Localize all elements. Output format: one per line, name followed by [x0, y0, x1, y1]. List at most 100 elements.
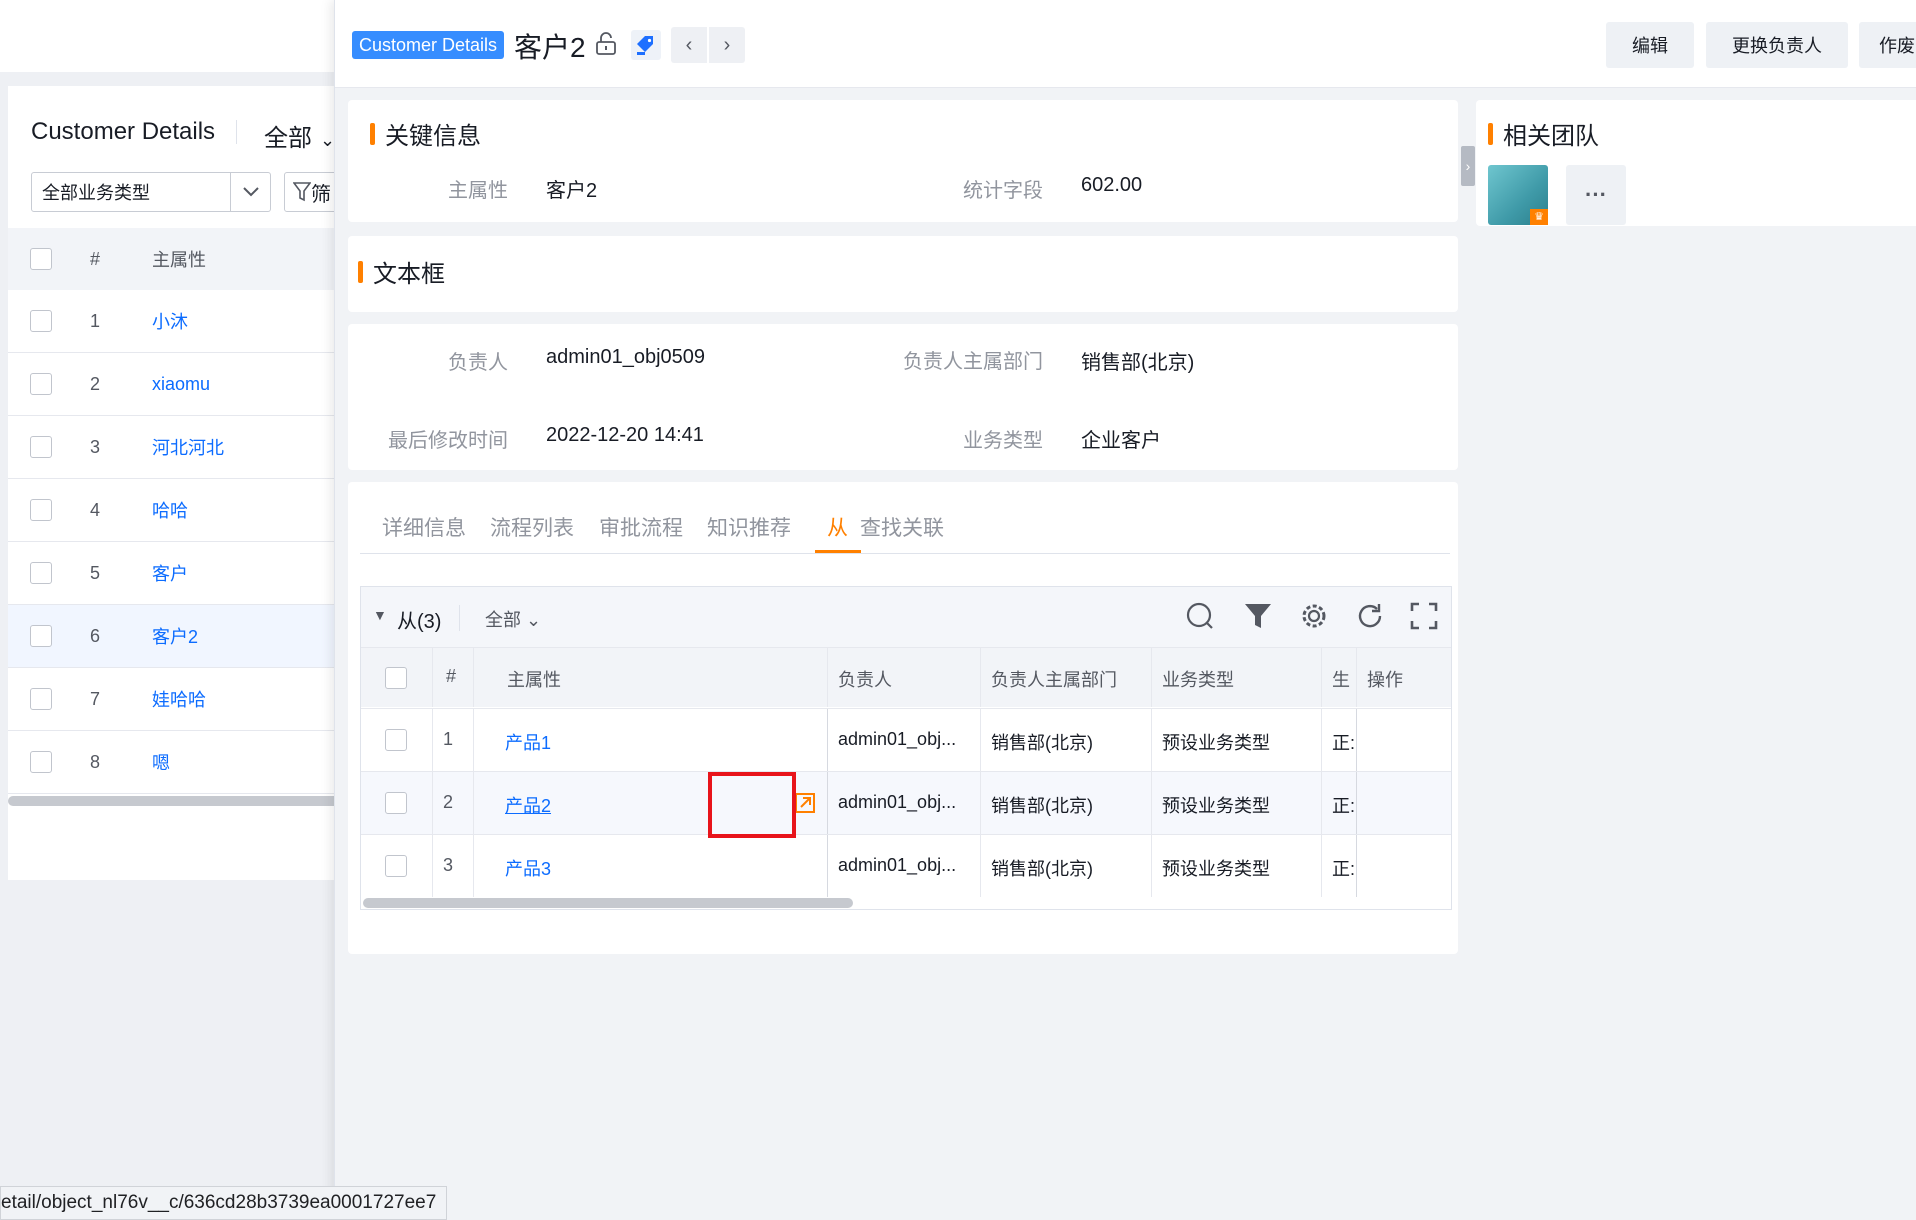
- record-link[interactable]: 产品1: [505, 729, 551, 755]
- row-checkbox[interactable]: [30, 436, 52, 458]
- row-checkbox[interactable]: [30, 625, 52, 647]
- row-checkbox[interactable]: [30, 310, 52, 332]
- header-main-attr[interactable]: 主属性: [507, 666, 561, 692]
- list-row[interactable]: 5 客户: [8, 542, 348, 605]
- team-card: 相关团队 ♛ ···: [1476, 100, 1916, 226]
- list-row[interactable]: 6 客户2: [8, 605, 348, 668]
- field-label: 负责人主属部门: [903, 351, 1043, 373]
- row-checkbox[interactable]: [30, 688, 52, 710]
- row-checkbox[interactable]: [30, 562, 52, 584]
- divider: [459, 605, 460, 631]
- key-info-title: 关键信息: [370, 116, 481, 151]
- field-label: 负责人: [448, 352, 508, 374]
- status-cell: 正:: [1332, 859, 1354, 879]
- select-all-checkbox[interactable]: [30, 248, 52, 270]
- slave-object-table: ▼ 从(3) 全部 ⌄ # 主属性 负责人 负责人主属部门 业务类型 生 操作 …: [360, 586, 1452, 910]
- team-member-avatar[interactable]: ♛: [1488, 165, 1548, 225]
- collapse-sidebar-button[interactable]: ›: [1461, 146, 1475, 186]
- scope-dropdown[interactable]: 全部 ⌄: [485, 606, 541, 632]
- more-members-button[interactable]: ···: [1566, 165, 1626, 225]
- select-all-checkbox[interactable]: [385, 667, 407, 689]
- accent-bar: [1488, 122, 1493, 145]
- row-checkbox[interactable]: [30, 499, 52, 521]
- column-divider: [1356, 709, 1357, 771]
- status-cell: 正:: [1332, 796, 1354, 816]
- field-value: 602.00: [1081, 174, 1143, 196]
- header-main-attr[interactable]: 主属性: [152, 246, 206, 272]
- record-link[interactable]: 小沐: [152, 308, 188, 334]
- row-num: 6: [90, 625, 101, 646]
- record-link[interactable]: 客户2: [152, 623, 198, 649]
- team-title: 相关团队: [1488, 116, 1599, 151]
- table-header: # 主属性 负责人 负责人主属部门 业务类型 生 操作: [361, 647, 1451, 707]
- row-checkbox[interactable]: [30, 373, 52, 395]
- row-checkbox[interactable]: [385, 855, 407, 877]
- accent-bar: [370, 122, 375, 145]
- table-row[interactable]: 3 产品3 admin01_obj... 销售部(北京) 预设业务类型 正:: [361, 834, 1451, 897]
- tab-slave[interactable]: 从: [827, 512, 848, 542]
- gear-icon[interactable]: [1299, 601, 1329, 631]
- record-link[interactable]: xiaomu: [152, 374, 210, 395]
- list-row[interactable]: 4 哈哈: [8, 479, 348, 542]
- tag-icon[interactable]: [631, 30, 661, 60]
- chevron-down-icon: [230, 173, 270, 211]
- tab-approval[interactable]: 审批流程: [599, 512, 683, 542]
- business-type-value: 全部业务类型: [42, 183, 150, 203]
- unlock-icon[interactable]: [595, 32, 617, 56]
- filter-icon[interactable]: [1243, 601, 1273, 631]
- open-in-new-icon[interactable]: [794, 792, 816, 814]
- tab-knowledge[interactable]: 知识推荐: [707, 512, 791, 542]
- horizontal-scrollbar[interactable]: [363, 898, 853, 908]
- row-num: 8: [90, 751, 101, 772]
- dept-cell: 销售部(北京): [991, 859, 1093, 879]
- dept-cell: 销售部(北京): [991, 733, 1093, 753]
- field-label: 业务类型: [963, 430, 1043, 452]
- header-owner-dept[interactable]: 负责人主属部门: [991, 666, 1117, 692]
- column-divider: [432, 835, 433, 897]
- text-box-title: 文本框: [358, 254, 445, 289]
- list-row[interactable]: 1 小沐: [8, 290, 348, 353]
- row-checkbox[interactable]: [30, 751, 52, 773]
- row-checkbox[interactable]: [385, 792, 407, 814]
- record-link[interactable]: 哈哈: [152, 497, 188, 523]
- business-type-select[interactable]: 全部业务类型: [31, 172, 271, 212]
- header-business-type[interactable]: 业务类型: [1162, 666, 1234, 692]
- change-owner-button[interactable]: 更换负责人: [1706, 22, 1848, 68]
- refresh-icon[interactable]: [1355, 601, 1385, 631]
- void-button[interactable]: 作废: [1859, 22, 1916, 68]
- column-divider: [980, 772, 981, 834]
- record-link[interactable]: 娃哈哈: [152, 686, 206, 712]
- header-status[interactable]: 生: [1332, 666, 1350, 692]
- chevron-right-icon: ›: [1465, 158, 1471, 174]
- tab-process-list[interactable]: 流程列表: [490, 512, 574, 542]
- record-link[interactable]: 产品2: [505, 792, 551, 818]
- list-row[interactable]: 3 河北河北: [8, 416, 348, 479]
- column-divider: [1356, 648, 1357, 707]
- fullscreen-icon[interactable]: [1409, 601, 1439, 631]
- scope-dropdown[interactable]: 全部 ⌄: [264, 118, 335, 153]
- table-row[interactable]: 1 产品1 admin01_obj... 销售部(北京) 预设业务类型 正:: [361, 708, 1451, 771]
- field-label: 主属性: [448, 180, 508, 202]
- edit-button[interactable]: 编辑: [1606, 22, 1694, 68]
- record-link[interactable]: 嗯: [152, 749, 170, 775]
- header-num: #: [90, 248, 101, 269]
- tab-lookup[interactable]: 查找关联: [860, 512, 944, 542]
- status-url: etail/object_nl76v__c/636cd28b3739ea0001…: [0, 1186, 448, 1220]
- record-link[interactable]: 产品3: [505, 855, 551, 881]
- list-row[interactable]: 8嗯: [8, 731, 348, 794]
- row-checkbox[interactable]: [385, 729, 407, 751]
- previous-record-button[interactable]: ‹: [671, 27, 707, 63]
- record-link[interactable]: 客户: [152, 560, 188, 586]
- next-record-button[interactable]: ›: [709, 27, 745, 63]
- tab-detail[interactable]: 详细信息: [382, 512, 466, 542]
- list-row[interactable]: 7 娃哈哈: [8, 668, 348, 731]
- field-value: 企业客户: [1081, 430, 1161, 452]
- record-link[interactable]: 河北河北: [152, 434, 224, 460]
- horizontal-scrollbar[interactable]: [8, 796, 348, 806]
- list-row[interactable]: 2 xiaomu: [8, 353, 348, 416]
- search-icon[interactable]: [1185, 601, 1215, 631]
- caret-down-icon[interactable]: ▼: [373, 607, 387, 623]
- header-owner[interactable]: 负责人: [838, 666, 892, 692]
- table-row[interactable]: 2 产品2 admin01_obj... 销售部(北京) 预设业务类型 正:: [361, 771, 1451, 834]
- owner-cell: admin01_obj...: [838, 792, 957, 812]
